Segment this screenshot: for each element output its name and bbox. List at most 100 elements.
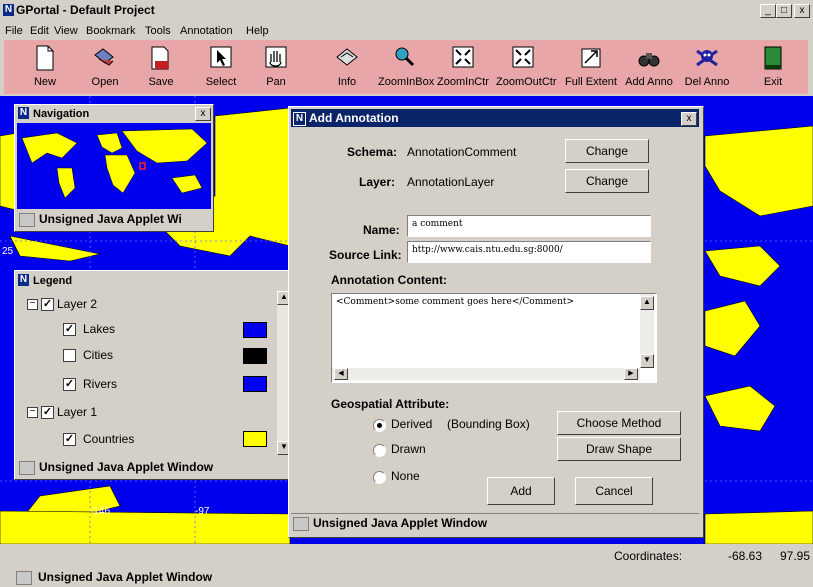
save-label: Save [148, 76, 174, 88]
draw-shape-button[interactable]: Draw Shape [557, 437, 681, 461]
legend-layer1-label: Layer 1 [57, 405, 98, 419]
zoom-in-center-button[interactable]: ZoomInCtr [436, 42, 490, 92]
countries-color-swatch [243, 431, 267, 447]
choose-method-button[interactable]: Choose Method [557, 411, 681, 435]
layer-label: Layer: [359, 175, 396, 189]
dialog-close-button[interactable]: x [681, 112, 697, 126]
info-label: Info [337, 76, 357, 88]
zoom-in-center-label: ZoomInCtr [437, 76, 489, 88]
new-button[interactable]: New [18, 42, 72, 92]
save-button[interactable]: Save [134, 42, 188, 92]
java-applet-icon [19, 461, 35, 475]
delete-annotation-label: Del Anno [684, 76, 730, 88]
statusbar: Coordinates: -68.63 97.95 [0, 544, 813, 568]
menu-view[interactable]: View [54, 25, 78, 37]
zoom-out-center-icon [512, 46, 534, 68]
annotation-content-textarea[interactable]: <Comment>some comment goes here</Comment… [331, 293, 657, 383]
content-scroll-left-icon[interactable]: ◀ [334, 368, 348, 380]
none-radio[interactable] [373, 471, 386, 484]
dialog-applet-warning: Unsigned Java Applet Window [313, 516, 488, 530]
content-horizontal-scrollbar[interactable]: ◀ ▶ [332, 368, 640, 380]
content-vertical-scrollbar[interactable]: ▲ ▼ [640, 294, 654, 368]
menu-help[interactable]: Help [246, 25, 269, 37]
legend-title: Legend [33, 275, 73, 287]
layer-change-button[interactable]: Change [565, 169, 649, 193]
cancel-button[interactable]: Cancel [575, 477, 653, 505]
java-applet-icon [19, 213, 35, 227]
full-extent-label: Full Extent [565, 76, 617, 88]
pan-button[interactable]: Pan [249, 42, 303, 92]
rivers-checkbox[interactable]: ✓ [63, 378, 76, 391]
drawn-radio[interactable] [373, 444, 386, 457]
toolbar: New Open Save Select Pan Info ZoomInBox … [4, 40, 808, 94]
derived-radio[interactable] [373, 419, 386, 432]
exit-label: Exit [763, 76, 783, 88]
add-button[interactable]: Add [487, 477, 555, 505]
menu-tools[interactable]: Tools [145, 25, 171, 37]
menu-file[interactable]: File [5, 25, 23, 37]
app-logo-icon: N [3, 4, 14, 16]
layer2-checkbox[interactable]: ✓ [41, 298, 54, 311]
lakes-checkbox[interactable]: ✓ [63, 323, 76, 336]
content-scroll-up-icon[interactable]: ▲ [640, 296, 654, 310]
source-link-field[interactable]: http://www.cais.ntu.edu.sg:8000/ [407, 241, 651, 263]
overview-map [21, 128, 208, 199]
layer1-checkbox[interactable]: ✓ [41, 406, 54, 419]
dialog-titlebar: N Add Annotation x [291, 109, 699, 127]
zoom-out-center-button[interactable]: ZoomOutCtr [496, 42, 557, 92]
open-button[interactable]: Open [78, 42, 132, 92]
legend-list: − ✓ Layer 2 ✓ Lakes Cities ✓ Rivers − ✓ … [17, 291, 275, 455]
pan-label: Pan [266, 76, 286, 88]
countries-checkbox[interactable]: ✓ [63, 433, 76, 446]
exit-button[interactable]: Exit [746, 42, 800, 92]
name-field[interactable]: a comment [407, 215, 651, 237]
add-annotation-button[interactable]: Add Anno [622, 42, 676, 92]
app-title: GPortal - Default Project [16, 3, 155, 17]
coordinate-y: 97.95 [780, 549, 811, 563]
content-scroll-right-icon[interactable]: ▶ [624, 368, 638, 380]
info-icon [336, 48, 358, 66]
new-document-icon [36, 45, 54, 71]
close-button[interactable]: x [794, 4, 810, 18]
menu-bookmark[interactable]: Bookmark [86, 25, 136, 37]
maximize-button[interactable]: □ [776, 4, 792, 18]
legend-applet-bar: Unsigned Java Applet Window [17, 459, 291, 475]
content-scroll-down-icon[interactable]: ▼ [640, 354, 654, 368]
legend-rivers-label: Rivers [83, 377, 118, 391]
app-titlebar: N GPortal - Default Project _ □ x [0, 0, 813, 22]
navigation-close-button[interactable]: x [195, 107, 211, 121]
new-label: New [33, 76, 56, 88]
rivers-color-swatch [243, 376, 267, 392]
full-extent-button[interactable]: Full Extent [564, 42, 618, 92]
add-annotation-label: Add Anno [625, 76, 673, 88]
zoom-out-center-label: ZoomOutCtr [496, 76, 557, 88]
footer-applet-bar: Unsigned Java Applet Window [0, 568, 813, 587]
map-lon-label-97: -97 [195, 506, 210, 517]
drawn-label: Drawn [391, 442, 426, 456]
legend-countries-label: Countries [83, 432, 135, 446]
cities-checkbox[interactable] [63, 349, 76, 362]
info-button[interactable]: Info [320, 42, 374, 92]
schema-change-button[interactable]: Change [565, 139, 649, 163]
delete-annotation-button[interactable]: Del Anno [680, 42, 734, 92]
menu-edit[interactable]: Edit [30, 25, 49, 37]
zoom-in-box-button[interactable]: ZoomInBox [378, 42, 435, 92]
legend-panel: N Legend − ✓ Layer 2 ✓ Lakes Cities ✓ Ri… [14, 270, 296, 480]
legend-lakes-label: Lakes [83, 322, 116, 336]
legend-logo-icon: N [18, 274, 29, 286]
navigation-overview-map[interactable] [17, 123, 211, 209]
menu-annotation[interactable]: Annotation [180, 25, 233, 37]
add-annotation-binoculars-icon [638, 53, 660, 67]
none-label: None [391, 469, 420, 483]
map-lon-label-146: -146 [90, 506, 111, 517]
java-applet-icon [293, 517, 309, 531]
annotation-content-label: Annotation Content: [331, 273, 447, 287]
zoom-in-box-label: ZoomInBox [378, 76, 435, 88]
select-button[interactable]: Select [194, 42, 248, 92]
navigation-applet-warning: Unsigned Java Applet Wi [39, 212, 182, 226]
layer2-collapse-toggle[interactable]: − [27, 299, 38, 310]
add-annotation-dialog: N Add Annotation x Schema: AnnotationCom… [288, 106, 704, 538]
legend-applet-warning: Unsigned Java Applet Window [39, 460, 214, 474]
layer1-collapse-toggle[interactable]: − [27, 407, 38, 418]
minimize-button[interactable]: _ [760, 4, 776, 18]
